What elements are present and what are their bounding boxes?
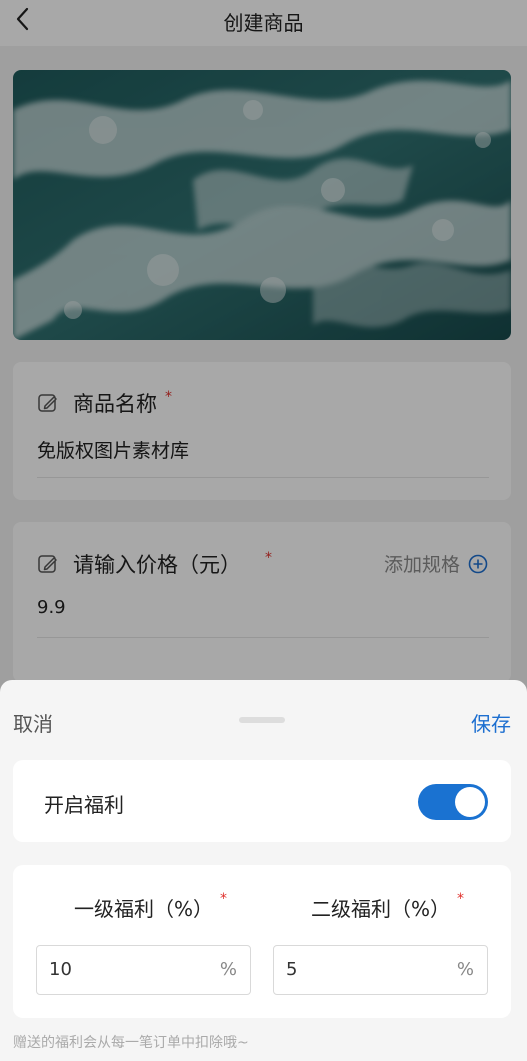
level-two-title: 二级福利（%） <box>310 897 450 921</box>
save-button[interactable]: 保存 <box>471 708 511 737</box>
benefit-toggle-label: 开启福利 <box>44 793 124 817</box>
cancel-button[interactable]: 取消 <box>13 708 53 737</box>
level-one-input[interactable]: 10 % <box>36 945 251 995</box>
toggle-knob <box>455 787 485 817</box>
level-one-title-row: 一级福利（%） * <box>36 891 251 922</box>
benefit-toggle-switch[interactable] <box>418 784 488 820</box>
sheet-drag-handle[interactable] <box>239 717 285 723</box>
required-mark: * <box>457 891 464 907</box>
benefit-hint-text: 赠送的福利会从每一笔订单中扣除哦~ <box>13 1035 249 1051</box>
level-two-title-row: 二级福利（%） * <box>273 891 488 922</box>
create-product-page: 创建商品 商品名称 * 免版权图片素材库 请输入价格（元） * 添加规格 9.9… <box>0 0 527 1061</box>
level-two-value: 5 <box>286 959 298 980</box>
percent-suffix: % <box>219 959 237 980</box>
percent-suffix: % <box>456 959 474 980</box>
level-one-title: 一级福利（%） <box>73 897 213 921</box>
level-two-input[interactable]: 5 % <box>273 945 488 995</box>
benefit-levels-card: 一级福利（%） * 10 % 二级福利（%） * 5 % <box>13 865 511 1018</box>
level-one-value: 10 <box>49 959 72 980</box>
benefit-bottom-sheet: 取消 保存 开启福利 一级福利（%） * 10 % 二级福利（%） * 5 % … <box>0 680 527 1061</box>
required-mark: * <box>220 891 227 907</box>
benefit-toggle-card: 开启福利 <box>13 760 511 842</box>
